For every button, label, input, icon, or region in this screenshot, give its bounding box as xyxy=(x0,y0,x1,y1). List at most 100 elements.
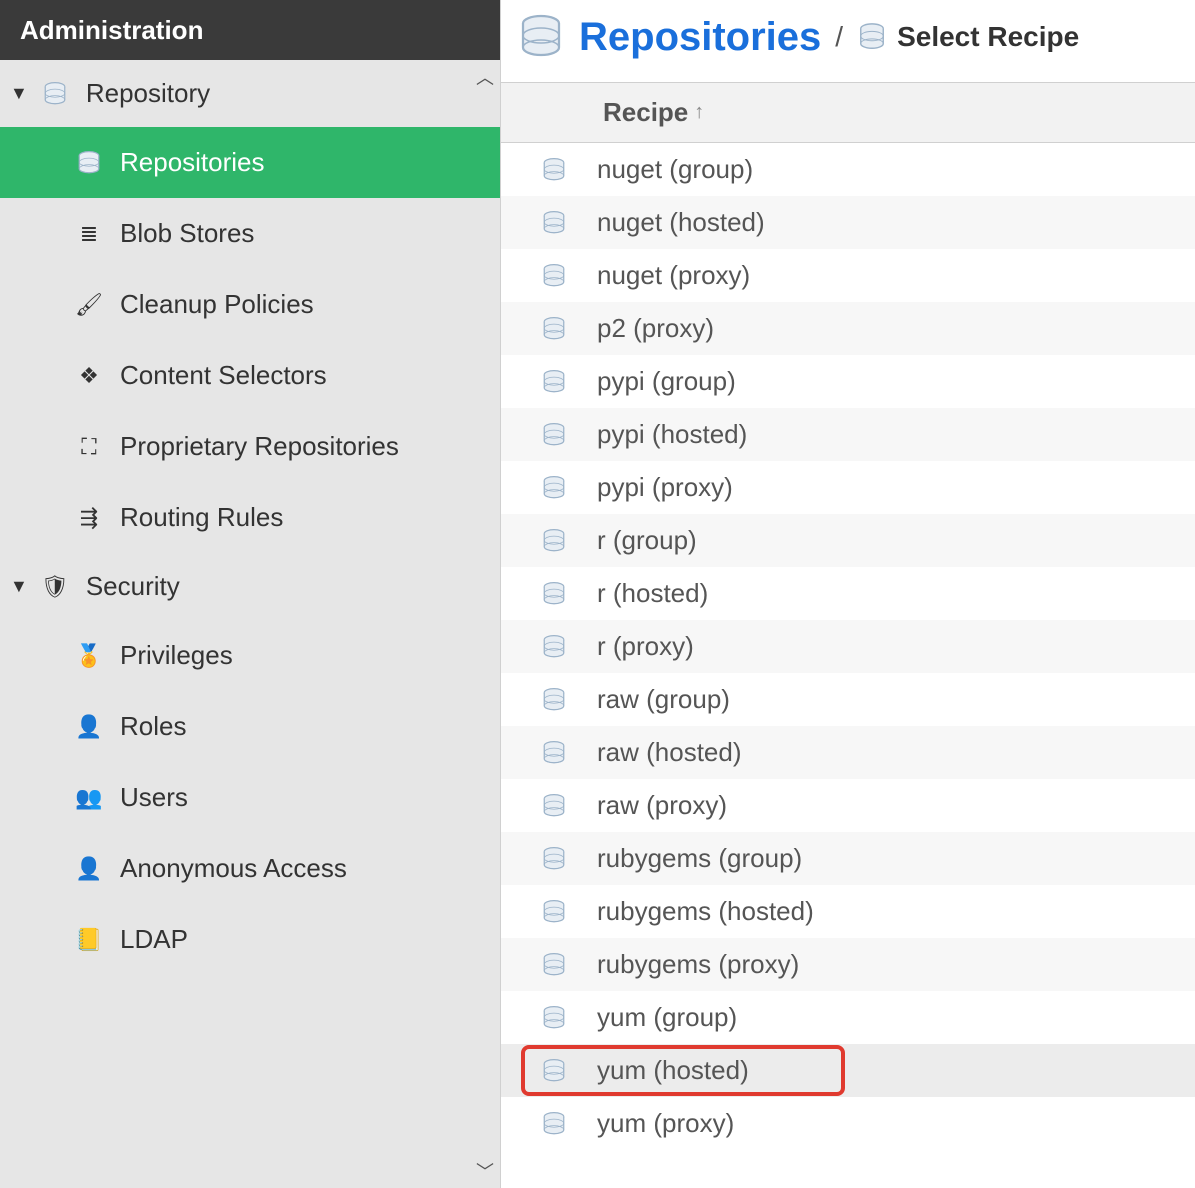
sidebar-item-routing-rules[interactable]: ⇶ Routing Rules xyxy=(0,482,500,553)
recipe-name: r (group) xyxy=(597,525,697,556)
sidebar-item-label: Content Selectors xyxy=(120,360,327,391)
database-icon xyxy=(541,369,597,395)
database-icon xyxy=(541,528,597,554)
sidebar-section-security[interactable]: ▼ 🛡 Security xyxy=(0,553,500,620)
sidebar-item-label: Repositories xyxy=(120,147,265,178)
recipe-name: nuget (group) xyxy=(597,154,753,185)
recipe-row[interactable]: rubygems (hosted) xyxy=(501,885,1195,938)
recipe-row[interactable]: yum (hosted) xyxy=(501,1044,1195,1097)
sidebar-item-label: Cleanup Policies xyxy=(120,289,314,320)
caret-down-icon: ▼ xyxy=(10,83,28,104)
caret-down-icon: ▼ xyxy=(10,576,28,597)
sidebar-item-ldap[interactable]: 📒 LDAP xyxy=(0,904,500,975)
broom-icon: 🖌 xyxy=(72,292,106,318)
recipe-name: nuget (proxy) xyxy=(597,260,750,291)
breadcrumb-root[interactable]: Repositories xyxy=(579,15,821,60)
sidebar-title: Administration xyxy=(20,15,203,46)
sidebar-section-repository[interactable]: ▼ Repository xyxy=(0,60,500,127)
database-icon xyxy=(541,475,597,501)
sidebar: Administration ︿ ▼ Repository Repositori… xyxy=(0,0,500,1188)
user-icon: 👤 xyxy=(72,856,106,882)
database-icon xyxy=(857,22,887,52)
sidebar-item-label: Routing Rules xyxy=(120,502,283,533)
breadcrumb: Repositories / Select Recipe xyxy=(501,0,1195,82)
recipe-row[interactable]: rubygems (group) xyxy=(501,832,1195,885)
layers-icon: ❖ xyxy=(72,363,106,389)
sort-asc-icon: ↑ xyxy=(694,101,704,124)
recipe-name: rubygems (proxy) xyxy=(597,949,799,980)
recipe-name: pypi (group) xyxy=(597,366,736,397)
sidebar-item-anonymous-access[interactable]: 👤 Anonymous Access xyxy=(0,833,500,904)
sidebar-item-label: Privileges xyxy=(120,640,233,671)
sidebar-item-proprietary-repositories[interactable]: ⛶ Proprietary Repositories xyxy=(0,411,500,482)
sidebar-item-content-selectors[interactable]: ❖ Content Selectors xyxy=(0,340,500,411)
database-icon xyxy=(541,952,597,978)
database-icon xyxy=(541,157,597,183)
sidebar-section-label: Repository xyxy=(86,78,210,109)
recipe-row[interactable]: pypi (proxy) xyxy=(501,461,1195,514)
database-icon xyxy=(541,210,597,236)
sidebar-item-label: Proprietary Repositories xyxy=(120,431,399,462)
storage-icon: ≣ xyxy=(72,221,106,247)
recipe-name: r (hosted) xyxy=(597,578,708,609)
shield-icon: 🛡 xyxy=(38,574,72,600)
recipe-name: yum (group) xyxy=(597,1002,737,1033)
sidebar-item-label: Anonymous Access xyxy=(120,853,347,884)
recipe-name: r (proxy) xyxy=(597,631,694,662)
book-icon: 📒 xyxy=(72,927,106,953)
recipe-row[interactable]: rubygems (proxy) xyxy=(501,938,1195,991)
scroll-up-icon[interactable]: ︿ xyxy=(476,64,494,90)
recipe-name: raw (proxy) xyxy=(597,790,727,821)
database-icon xyxy=(541,316,597,342)
breadcrumb-separator: / xyxy=(835,21,843,53)
person-icon: 👤 xyxy=(72,714,106,740)
sidebar-item-repositories[interactable]: Repositories xyxy=(0,127,500,198)
sidebar-item-privileges[interactable]: 🏅 Privileges xyxy=(0,620,500,691)
signpost-icon: ⇶ xyxy=(72,505,106,531)
column-header-recipe[interactable]: Recipe ↑ xyxy=(501,82,1195,143)
scroll-down-icon[interactable]: ﹀ xyxy=(476,1158,494,1184)
recipe-name: pypi (hosted) xyxy=(597,419,747,450)
recipe-row[interactable]: raw (group) xyxy=(501,673,1195,726)
recipe-row[interactable]: r (hosted) xyxy=(501,567,1195,620)
recipe-name: p2 (proxy) xyxy=(597,313,714,344)
recipe-row[interactable]: raw (hosted) xyxy=(501,726,1195,779)
database-icon xyxy=(541,1005,597,1031)
sidebar-item-label: Users xyxy=(120,782,188,813)
database-icon xyxy=(541,1058,597,1084)
recipe-row[interactable]: pypi (hosted) xyxy=(501,408,1195,461)
recipe-row[interactable]: raw (proxy) xyxy=(501,779,1195,832)
recipe-row[interactable]: nuget (hosted) xyxy=(501,196,1195,249)
recipe-row[interactable]: nuget (group) xyxy=(501,143,1195,196)
database-icon xyxy=(541,740,597,766)
recipe-list: nuget (group) nuget (hosted) nuget (prox… xyxy=(501,143,1195,1188)
recipe-name: yum (hosted) xyxy=(597,1055,749,1086)
sidebar-item-blob-stores[interactable]: ≣ Blob Stores xyxy=(0,198,500,269)
recipe-name: rubygems (hosted) xyxy=(597,896,814,927)
database-icon xyxy=(541,581,597,607)
recipe-name: pypi (proxy) xyxy=(597,472,733,503)
database-icon xyxy=(541,846,597,872)
recipe-row[interactable]: r (proxy) xyxy=(501,620,1195,673)
database-icon xyxy=(541,793,597,819)
database-icon xyxy=(541,687,597,713)
database-icon xyxy=(541,634,597,660)
database-icon xyxy=(541,422,597,448)
database-icon xyxy=(541,1111,597,1137)
recipe-row[interactable]: nuget (proxy) xyxy=(501,249,1195,302)
database-icon xyxy=(517,13,565,61)
main-panel: Repositories / Select Recipe Recipe ↑ nu… xyxy=(500,0,1195,1188)
recipe-row[interactable]: r (group) xyxy=(501,514,1195,567)
column-header-label: Recipe xyxy=(603,97,688,128)
database-icon xyxy=(72,150,106,176)
recipe-row[interactable]: yum (group) xyxy=(501,991,1195,1044)
breadcrumb-current-label: Select Recipe xyxy=(897,21,1079,53)
sidebar-item-roles[interactable]: 👤 Roles xyxy=(0,691,500,762)
recipe-name: yum (proxy) xyxy=(597,1108,734,1139)
recipe-row[interactable]: p2 (proxy) xyxy=(501,302,1195,355)
recipe-row[interactable]: pypi (group) xyxy=(501,355,1195,408)
sidebar-item-users[interactable]: 👥 Users xyxy=(0,762,500,833)
sidebar-item-cleanup-policies[interactable]: 🖌 Cleanup Policies xyxy=(0,269,500,340)
recipe-row[interactable]: yum (proxy) xyxy=(501,1097,1195,1150)
database-icon xyxy=(38,81,72,107)
